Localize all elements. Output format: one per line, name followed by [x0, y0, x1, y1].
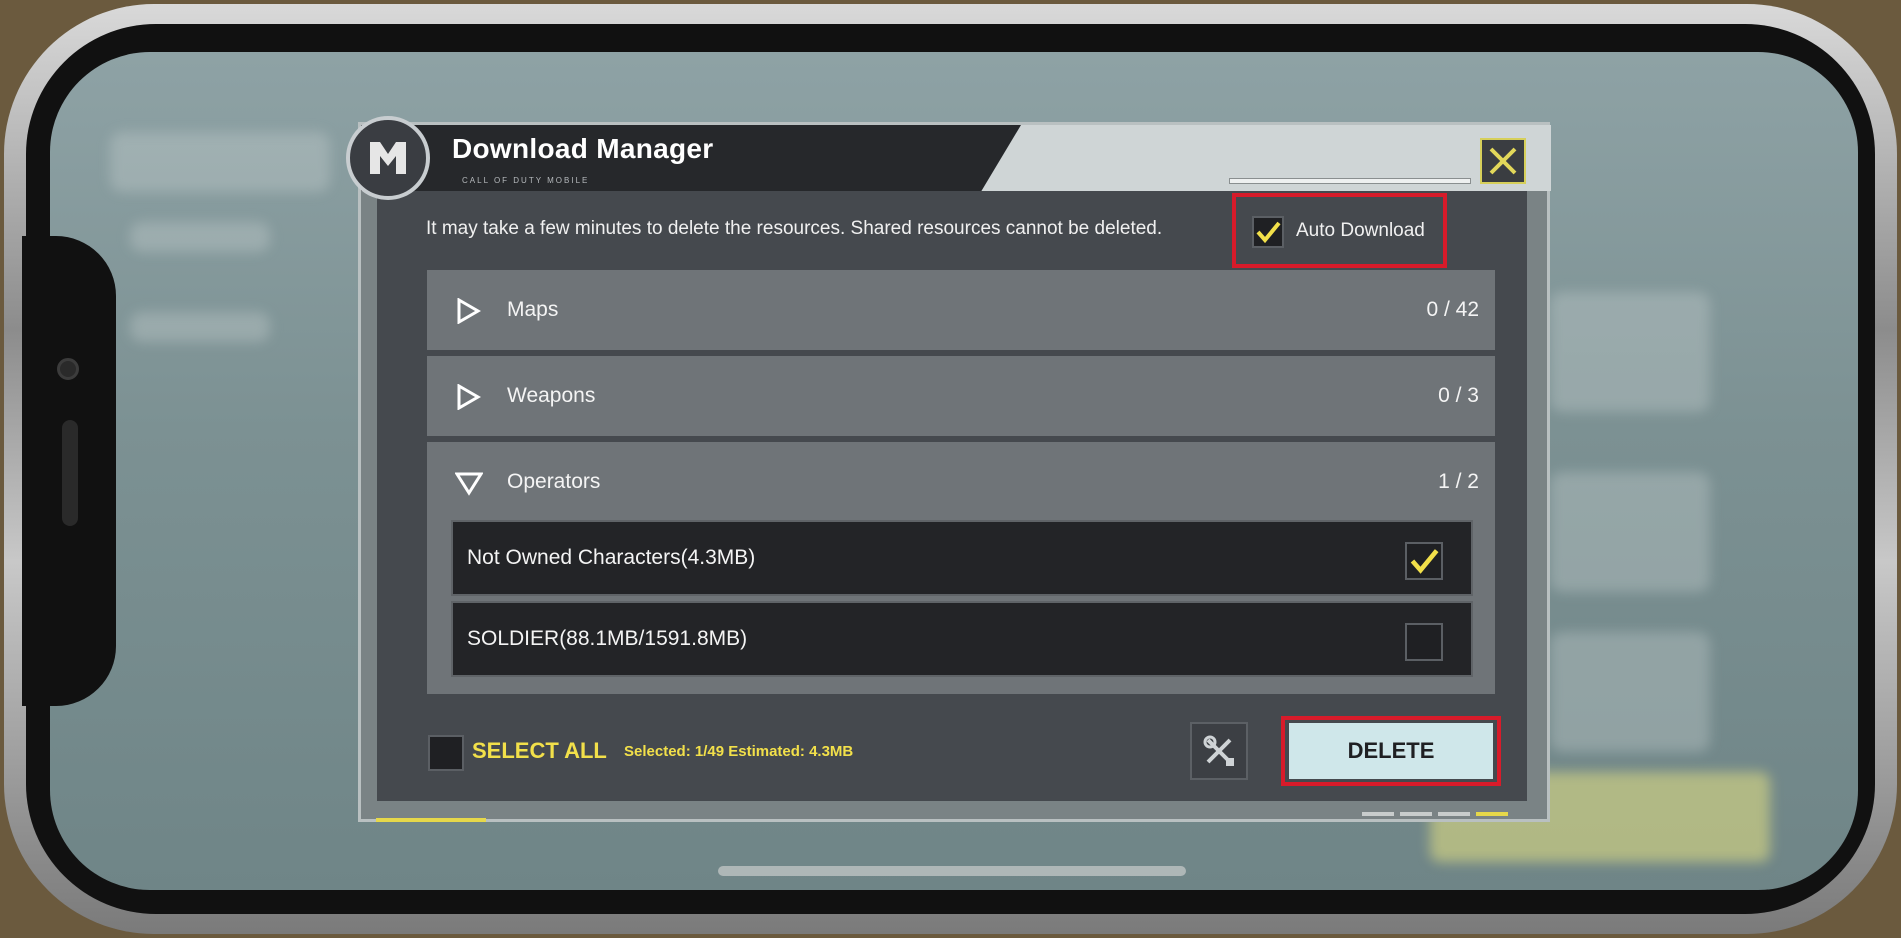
- category-label: Maps: [507, 298, 559, 321]
- delete-notice: It may take a few minutes to delete the …: [426, 218, 1163, 239]
- bg-blur: [110, 132, 330, 192]
- collapse-triangle-icon: [455, 472, 483, 496]
- expand-triangle-icon: [457, 298, 481, 324]
- auto-download-label[interactable]: Auto Download: [1296, 220, 1425, 242]
- dialog-subtitle: CALL OF DUTY MOBILE: [462, 176, 590, 185]
- bg-blur: [130, 222, 270, 252]
- category-count: 0 / 3: [1438, 384, 1479, 407]
- wrench-screwdriver-icon: [1203, 735, 1234, 766]
- dialog-title: Download Manager: [452, 133, 714, 164]
- page-indicator: [1476, 812, 1508, 816]
- close-icon: [1489, 147, 1517, 175]
- operator-item-checkbox[interactable]: [1405, 542, 1443, 580]
- check-icon: [1256, 221, 1281, 244]
- category-row-maps[interactable]: Maps 0 / 42: [427, 270, 1495, 350]
- codm-logo-icon: [346, 116, 430, 200]
- category-label: Weapons: [507, 384, 596, 407]
- operator-item-label: Not Owned Characters(4.3MB): [467, 546, 756, 569]
- repair-tools-button[interactable]: [1190, 722, 1248, 780]
- select-all-label[interactable]: SELECT ALL: [472, 738, 607, 764]
- selection-summary: Selected: 1/49 Estimated: 4.3MB: [624, 743, 854, 760]
- check-icon: [1410, 549, 1439, 574]
- category-count: 1 / 2: [1438, 470, 1479, 493]
- operator-item-checkbox[interactable]: [1405, 623, 1443, 661]
- bg-blur: [1550, 472, 1710, 592]
- speaker-grille: [62, 420, 78, 526]
- dialog-bottom-accent: [376, 818, 486, 822]
- close-button[interactable]: [1480, 138, 1526, 184]
- page-indicator: [1362, 812, 1394, 816]
- delete-button[interactable]: DELETE: [1289, 723, 1493, 779]
- operator-item[interactable]: SOLDIER(88.1MB/1591.8MB): [451, 601, 1473, 677]
- camera-icon: [57, 358, 79, 380]
- page-indicator: [1438, 812, 1470, 816]
- bg-blur: [1550, 292, 1710, 412]
- category-label: Operators: [507, 470, 601, 493]
- operator-item[interactable]: Not Owned Characters(4.3MB): [451, 520, 1473, 596]
- auto-download-checkbox[interactable]: [1252, 216, 1284, 248]
- home-indicator: [718, 866, 1186, 876]
- operator-item-label: SOLDIER(88.1MB/1591.8MB): [467, 627, 748, 650]
- bg-blur: [1550, 632, 1710, 752]
- category-count: 0 / 42: [1426, 298, 1479, 321]
- select-all-checkbox[interactable]: [428, 735, 464, 771]
- header-divider: [1229, 178, 1471, 184]
- category-row-weapons[interactable]: Weapons 0 / 3: [427, 356, 1495, 436]
- expand-triangle-icon: [457, 384, 481, 410]
- bg-blur: [130, 312, 270, 342]
- page-indicator: [1400, 812, 1432, 816]
